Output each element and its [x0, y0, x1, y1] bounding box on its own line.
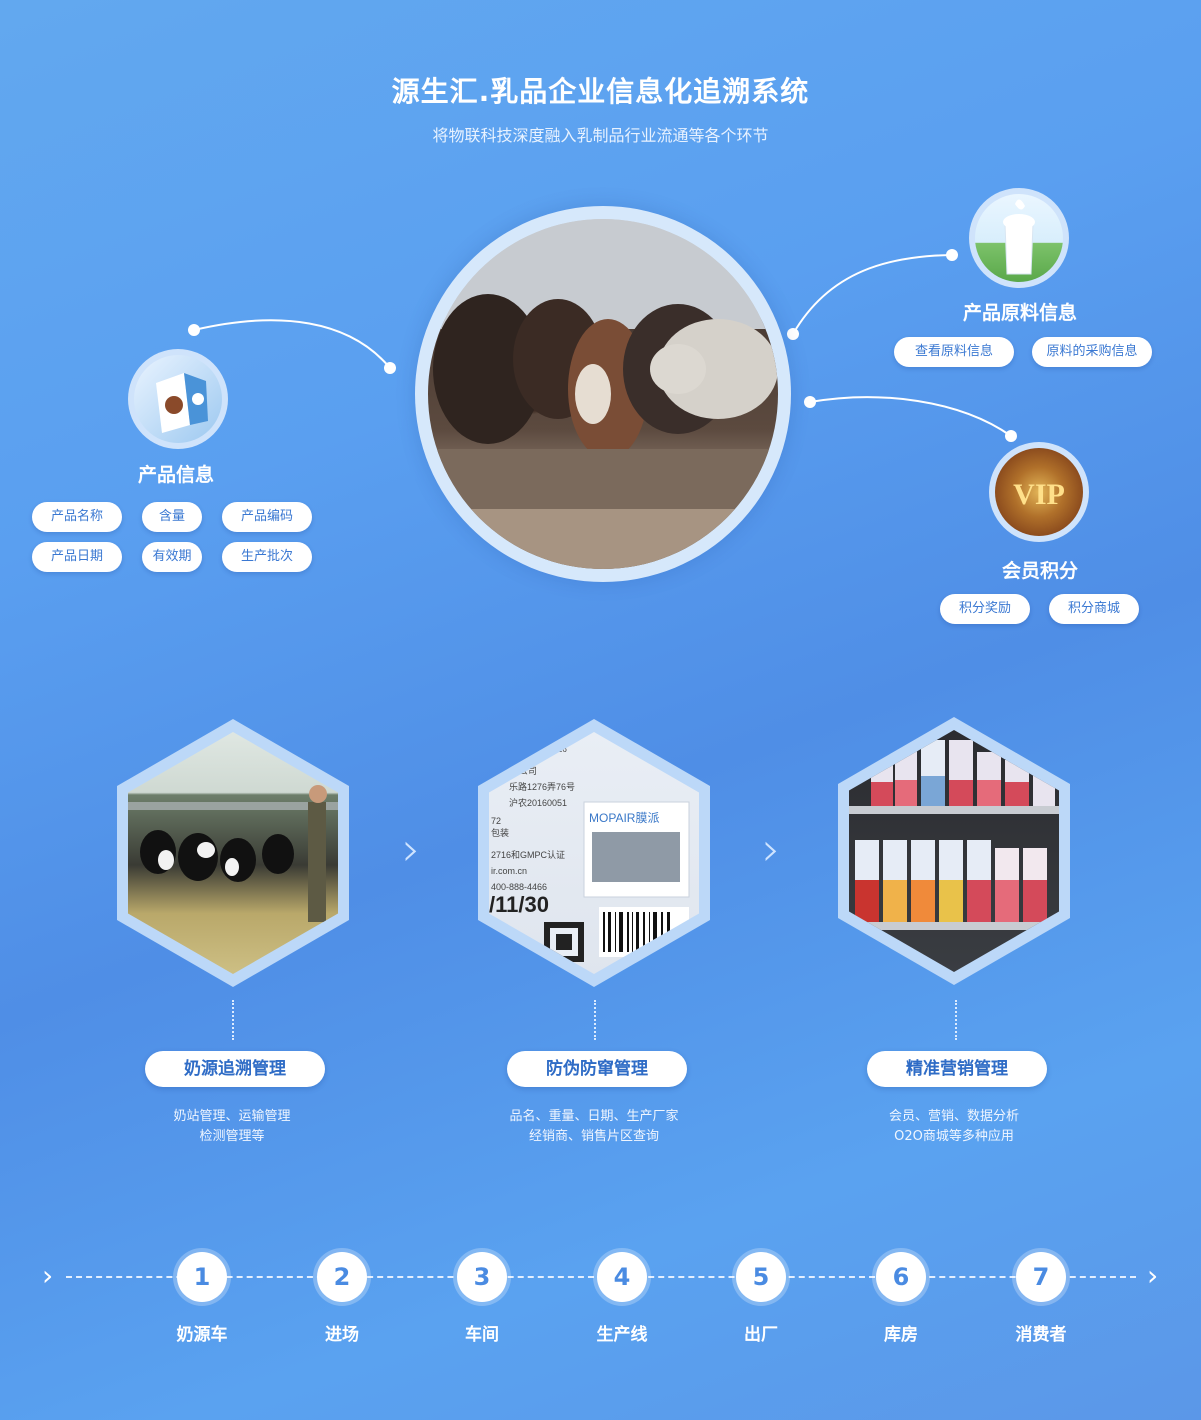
tag-points-reward[interactable]: 积分奖励: [940, 594, 1030, 624]
description-line: 会员、营销、数据分析: [888, 1109, 1019, 1124]
timeline-label: 生产线: [596, 1325, 648, 1345]
arrow-right-icon: ›: [42, 1259, 54, 1292]
label-line: 72: [491, 816, 501, 826]
connector-dot: [188, 324, 200, 336]
milk-splash-image: [975, 194, 1063, 282]
description-line: 奶站管理、运输管理: [173, 1109, 291, 1124]
label-line: ir.com.cn: [491, 866, 527, 876]
connector-dot: [1005, 430, 1017, 442]
tag-view-raw-material[interactable]: 查看原料信息: [894, 337, 1014, 367]
label-line: 400-888-4466: [491, 882, 547, 892]
timeline-step-3[interactable]: 3: [457, 1252, 507, 1302]
label-line: 2716和GMPC认证: [491, 849, 565, 860]
product-info-title: 产品信息: [137, 464, 214, 486]
connector-dot: [946, 249, 958, 261]
chevron-right-icon: ›: [762, 822, 781, 876]
marketing-description: 会员、营销、数据分析 O2O商城等多种应用: [834, 1107, 1074, 1147]
label-date: /11/30: [489, 892, 549, 917]
anti-counterfeit-description: 品名、重量、日期、生产厂家 经销商、销售片区查询: [474, 1107, 714, 1147]
timeline-step-2[interactable]: 2: [317, 1252, 367, 1302]
timeline-label: 出厂: [744, 1325, 778, 1345]
timeline-label: 消费者: [1015, 1325, 1067, 1345]
milk-source-management-button[interactable]: 奶源追溯管理: [145, 1051, 325, 1087]
tag-batch[interactable]: 生产批次: [222, 542, 312, 572]
tag-product-code[interactable]: 产品编码: [222, 502, 312, 532]
tag-product-name[interactable]: 产品名称: [32, 502, 122, 532]
timeline-step-1[interactable]: 1: [177, 1252, 227, 1302]
connector-dot: [804, 396, 816, 408]
tag-points-mall[interactable]: 积分商城: [1049, 594, 1139, 624]
description-line: 检测管理等: [199, 1129, 265, 1144]
arrow-right-icon: ›: [1147, 1259, 1159, 1292]
tag-product-date[interactable]: 产品日期: [32, 542, 122, 572]
label-line: 包装: [491, 827, 509, 838]
tag-expiry[interactable]: 有效期: [142, 542, 202, 572]
timeline-label: 进场: [325, 1325, 359, 1345]
raw-material-title: 产品原料信息: [962, 302, 1077, 324]
milk-source-description: 奶站管理、运输管理 检测管理等: [132, 1107, 332, 1147]
description-line: 品名、重量、日期、生产厂家: [509, 1109, 679, 1124]
svg-text:VIP: VIP: [1013, 478, 1065, 511]
tag-content[interactable]: 含量: [142, 502, 202, 532]
timeline-step-7[interactable]: 7: [1016, 1252, 1066, 1302]
tag-raw-material-purchase[interactable]: 原料的采购信息: [1032, 337, 1152, 367]
description-line: 经销商、销售片区查询: [528, 1129, 659, 1144]
cattle-photo: [428, 219, 778, 569]
timeline-step-5[interactable]: 5: [736, 1252, 786, 1302]
timeline-label: 库房: [884, 1325, 918, 1345]
timeline-step-4[interactable]: 4: [597, 1252, 647, 1302]
dotted-connector: [232, 1000, 234, 1040]
vip-image: VIP: [995, 448, 1083, 536]
label-line: 乐路1276弄76号: [509, 781, 575, 792]
connector-dot: [787, 328, 799, 340]
dotted-connector: [594, 1000, 596, 1040]
anti-counterfeit-management-button[interactable]: 防伪防窜管理: [507, 1051, 687, 1087]
dotted-connector: [955, 1000, 957, 1040]
timeline-label: 奶源车: [176, 1325, 228, 1345]
timeline-label: 车间: [465, 1325, 499, 1345]
member-title: 会员积分: [1001, 560, 1078, 582]
timeline-step-6[interactable]: 6: [876, 1252, 926, 1302]
label-line: 沪农20160051: [509, 797, 567, 808]
connector-dot: [384, 362, 396, 374]
milk-carton-image: [134, 355, 222, 443]
label-brand: MOPAIR膜派: [589, 811, 659, 825]
description-line: O2O商城等多种应用: [894, 1129, 1014, 1144]
chevron-right-icon: ›: [402, 822, 421, 876]
marketing-management-button[interactable]: 精准营销管理: [867, 1051, 1047, 1087]
